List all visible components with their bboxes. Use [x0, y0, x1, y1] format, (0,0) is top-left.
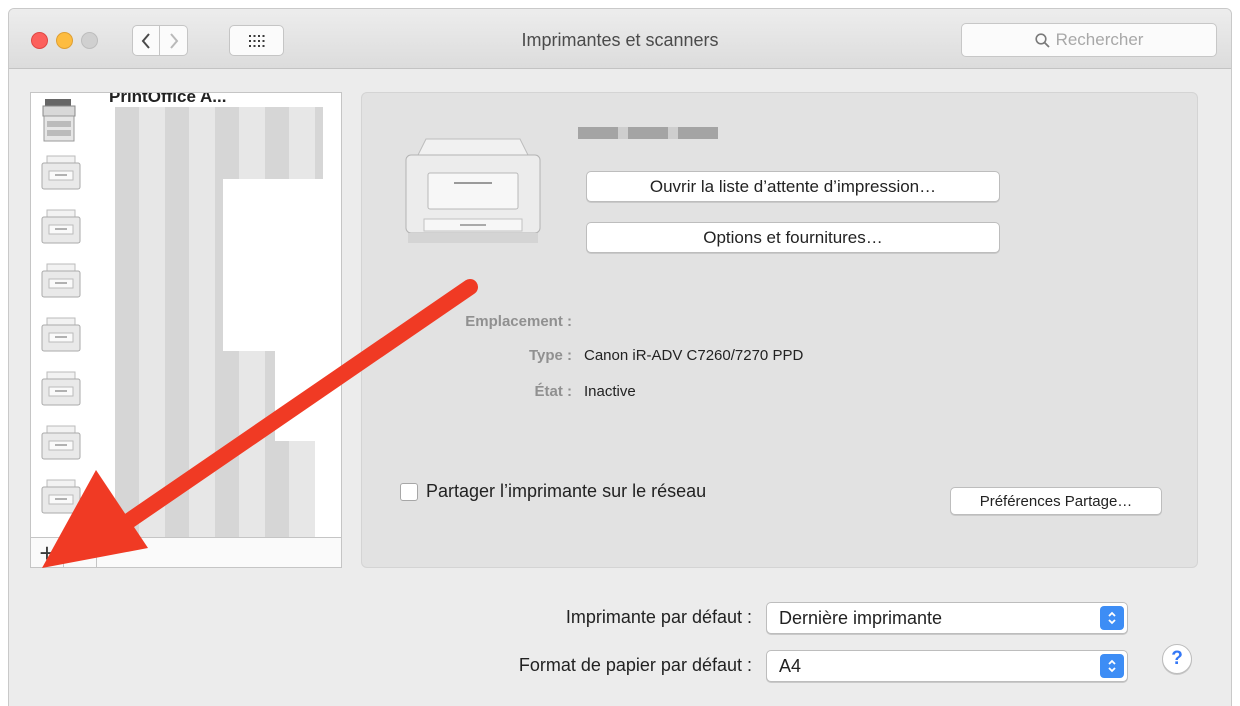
printer-icon — [41, 479, 81, 514]
printer-icon — [41, 209, 81, 244]
share-printer-label: Partager l’imprimante sur le réseau — [426, 481, 707, 501]
search-icon — [1034, 32, 1050, 48]
printer-detail-pane: Ouvrir la liste d’attente d’impression… … — [361, 92, 1198, 568]
type-value: Canon iR-ADV C7260/7270 PPD — [584, 347, 804, 364]
printer-icon — [405, 138, 541, 243]
printer-icon — [41, 425, 81, 460]
search-placeholder: Rechercher — [1055, 30, 1144, 49]
type-label: Type : — [528, 347, 572, 364]
title-bar: Imprimantes et scanners Rechercher — [9, 9, 1231, 69]
default-printer-popup[interactable]: Dernière imprimante — [766, 602, 1128, 634]
share-printer-checkbox[interactable] — [400, 482, 418, 501]
printer-list[interactable]: PrintOffice A... — [30, 92, 342, 538]
search-field[interactable]: Rechercher — [961, 23, 1217, 57]
location-label: Emplacement : — [465, 313, 572, 330]
printer-name: PrintOffice A... — [109, 92, 227, 106]
sharing-preferences-button[interactable]: Préférences Partage… — [950, 487, 1162, 515]
default-paper-value: A4 — [779, 656, 802, 676]
state-label: État : — [534, 383, 573, 400]
printer-icon — [41, 263, 81, 298]
printer-icon — [41, 371, 81, 406]
default-paper-popup[interactable]: A4 — [766, 650, 1128, 682]
default-printer-label: Imprimante par défaut : — [565, 607, 752, 627]
popup-arrows-icon — [1100, 654, 1124, 678]
printer-icon — [41, 317, 81, 352]
options-supplies-button[interactable]: Options et fournitures… — [586, 222, 1000, 253]
redacted-names — [115, 441, 315, 537]
state-value: Inactive — [584, 383, 636, 400]
share-printer-option[interactable]: Partager l’imprimante sur le réseau — [400, 481, 706, 502]
remove-printer-button[interactable]: − — [64, 538, 97, 567]
default-printer-value: Dernière imprimante — [779, 608, 943, 628]
default-paper-label: Format de papier par défaut : — [518, 655, 752, 675]
copier-icon — [42, 99, 76, 142]
add-printer-button[interactable]: + — [31, 538, 64, 567]
redacted-names — [115, 107, 323, 179]
open-print-queue-button[interactable]: Ouvrir la liste d’attente d’impression… — [586, 171, 1000, 202]
redacted-names — [115, 351, 275, 441]
help-button[interactable]: ? — [1162, 644, 1192, 674]
printer-icon — [41, 155, 81, 190]
popup-arrows-icon — [1100, 606, 1124, 630]
printer-list-footer: + − — [30, 538, 342, 568]
redacted-printer-name — [578, 127, 718, 139]
redacted-names — [115, 179, 223, 351]
